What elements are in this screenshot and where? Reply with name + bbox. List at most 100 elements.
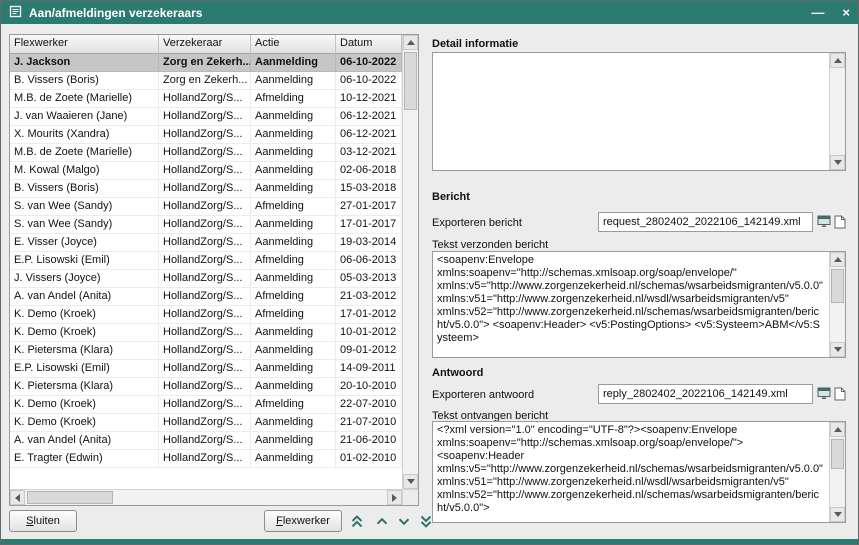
cell-flexwerker: E. Visser (Joyce) [10, 234, 159, 252]
scroll-up-icon[interactable] [830, 422, 845, 437]
cell-actie: Aanmelding [251, 162, 336, 180]
cell-datum: 06-10-2022 [336, 54, 402, 72]
table-row[interactable]: S. van Wee (Sandy) HollandZorg/S... Afme… [10, 198, 402, 216]
scroll-up-icon[interactable] [830, 252, 845, 267]
cell-datum: 20-10-2010 [336, 378, 402, 396]
cell-verzekeraar: HollandZorg/S... [159, 414, 251, 432]
cell-flexwerker: M.B. de Zoete (Marielle) [10, 90, 159, 108]
cell-verzekeraar: Zorg en Zekerh... [159, 54, 251, 72]
detail-scrollbar[interactable] [829, 53, 845, 170]
verzonden-scrollbar[interactable] [829, 252, 845, 357]
cell-flexwerker: B. Vissers (Boris) [10, 72, 159, 90]
monitor-icon[interactable] [816, 385, 831, 402]
cell-flexwerker: K. Demo (Kroek) [10, 414, 159, 432]
scroll-down-icon[interactable] [830, 507, 845, 522]
cell-verzekeraar: HollandZorg/S... [159, 216, 251, 234]
column-header-actie[interactable]: Actie [251, 35, 336, 54]
cell-actie: Afmelding [251, 90, 336, 108]
table-row[interactable]: A. van Andel (Anita) HollandZorg/S... Af… [10, 288, 402, 306]
cell-datum: 21-03-2012 [336, 288, 402, 306]
vertical-scrollbar-thumb[interactable] [831, 439, 844, 469]
tekst-verzonden-box[interactable]: <soapenv:Envelope xmlns:soapenv="http://… [432, 251, 846, 358]
flexwerker-button[interactable]: Flexwerker [264, 510, 342, 532]
scroll-down-icon[interactable] [403, 474, 418, 489]
table-row[interactable]: K. Pietersma (Klara) HollandZorg/S... Aa… [10, 378, 402, 396]
table-row[interactable]: M.B. de Zoete (Marielle) HollandZorg/S..… [10, 90, 402, 108]
chevron-down-icon[interactable] [393, 510, 415, 532]
cell-flexwerker: M.B. de Zoete (Marielle) [10, 144, 159, 162]
cell-verzekeraar: HollandZorg/S... [159, 342, 251, 360]
table-row[interactable]: B. Vissers (Boris) Zorg en Zekerh... Aan… [10, 72, 402, 90]
exporteren-antwoord-field[interactable]: reply_2802402_2022106_142149.xml [598, 384, 813, 404]
horizontal-scrollbar-thumb[interactable] [27, 491, 113, 504]
double-chevron-down-icon[interactable] [415, 510, 437, 532]
window-title: Aan/afmeldingen verzekeraars [29, 6, 202, 20]
cell-verzekeraar: HollandZorg/S... [159, 324, 251, 342]
table-row[interactable]: K. Demo (Kroek) HollandZorg/S... Afmeldi… [10, 396, 402, 414]
cell-actie: Aanmelding [251, 216, 336, 234]
table-row[interactable]: A. van Andel (Anita) HollandZorg/S... Aa… [10, 432, 402, 450]
cell-flexwerker: A. van Andel (Anita) [10, 288, 159, 306]
table-row[interactable]: J. van Waaieren (Jane) HollandZorg/S... … [10, 108, 402, 126]
table-row[interactable]: X. Mourits (Xandra) HollandZorg/S... Aan… [10, 126, 402, 144]
table-row[interactable]: S. van Wee (Sandy) HollandZorg/S... Aanm… [10, 216, 402, 234]
scroll-up-icon[interactable] [403, 35, 418, 50]
table-row[interactable]: E.P. Lisowski (Emil) HollandZorg/S... Aa… [10, 360, 402, 378]
table-row[interactable]: E.P. Lisowski (Emil) HollandZorg/S... Af… [10, 252, 402, 270]
cell-datum: 05-03-2013 [336, 270, 402, 288]
table-body: J. Jackson Zorg en Zekerh... Aanmelding … [10, 54, 402, 468]
bericht-heading: Bericht [432, 191, 470, 203]
scroll-up-icon[interactable] [830, 53, 845, 68]
tekst-ontvangen-box[interactable]: <?xml version="1.0" encoding="UTF-8"?><s… [432, 421, 846, 523]
file-icon[interactable] [832, 385, 847, 402]
double-chevron-up-icon[interactable] [346, 510, 368, 532]
registrations-table: Flexwerker Verzekeraar Actie Datum J. Ja… [9, 34, 419, 506]
close-icon[interactable]: × [842, 6, 850, 19]
table-row[interactable]: J. Vissers (Joyce) HollandZorg/S... Aanm… [10, 270, 402, 288]
monitor-icon[interactable] [816, 213, 831, 230]
scroll-left-icon[interactable] [10, 490, 25, 505]
exporteren-bericht-field[interactable]: request_2802402_2022106_142149.xml [598, 212, 813, 232]
cell-actie: Aanmelding [251, 378, 336, 396]
table-row[interactable]: E. Tragter (Edwin) HollandZorg/S... Aanm… [10, 450, 402, 468]
ontvangen-scrollbar[interactable] [829, 422, 845, 522]
cell-datum: 22-07-2010 [336, 396, 402, 414]
column-header-verzekeraar[interactable]: Verzekeraar [159, 35, 251, 54]
minimize-icon[interactable]: — [811, 6, 824, 19]
table-row[interactable]: M. Kowal (Malgo) HollandZorg/S... Aanmel… [10, 162, 402, 180]
scroll-down-icon[interactable] [830, 155, 845, 170]
table-row[interactable]: B. Vissers (Boris) HollandZorg/S... Aanm… [10, 180, 402, 198]
column-header-flexwerker[interactable]: Flexwerker [10, 35, 159, 54]
tekst-ontvangen-text: <?xml version="1.0" encoding="UTF-8"?><s… [433, 422, 829, 522]
sluiten-button[interactable]: Sluiten [9, 510, 77, 532]
cell-datum: 17-01-2017 [336, 216, 402, 234]
detail-informatie-box[interactable] [432, 52, 846, 171]
table-row[interactable]: K. Demo (Kroek) HollandZorg/S... Aanmeld… [10, 414, 402, 432]
scroll-down-icon[interactable] [830, 342, 845, 357]
table-horizontal-scrollbar[interactable] [10, 489, 402, 505]
table-row[interactable]: K. Pietersma (Klara) HollandZorg/S... Aa… [10, 342, 402, 360]
chevron-up-icon[interactable] [371, 510, 393, 532]
cell-flexwerker: K. Pietersma (Klara) [10, 378, 159, 396]
cell-actie: Afmelding [251, 396, 336, 414]
cell-verzekeraar: HollandZorg/S... [159, 306, 251, 324]
cell-verzekeraar: HollandZorg/S... [159, 90, 251, 108]
vertical-scrollbar-thumb[interactable] [404, 52, 417, 110]
table-row[interactable]: K. Demo (Kroek) HollandZorg/S... Afmeldi… [10, 306, 402, 324]
cell-datum: 21-07-2010 [336, 414, 402, 432]
cell-datum: 19-03-2014 [336, 234, 402, 252]
cell-actie: Afmelding [251, 198, 336, 216]
file-icon[interactable] [832, 213, 847, 230]
table-row[interactable]: J. Jackson Zorg en Zekerh... Aanmelding … [10, 54, 402, 72]
table-vertical-scrollbar[interactable] [402, 35, 418, 489]
cell-datum: 10-12-2021 [336, 90, 402, 108]
table-row[interactable]: E. Visser (Joyce) HollandZorg/S... Aanme… [10, 234, 402, 252]
scroll-right-icon[interactable] [387, 490, 402, 505]
column-header-datum[interactable]: Datum [336, 35, 402, 54]
document-icon [9, 5, 22, 21]
table-row[interactable]: M.B. de Zoete (Marielle) HollandZorg/S..… [10, 144, 402, 162]
detail-informatie-text [433, 53, 829, 170]
vertical-scrollbar-thumb[interactable] [831, 269, 844, 303]
table-row[interactable]: K. Demo (Kroek) HollandZorg/S... Aanmeld… [10, 324, 402, 342]
cell-verzekeraar: HollandZorg/S... [159, 450, 251, 468]
